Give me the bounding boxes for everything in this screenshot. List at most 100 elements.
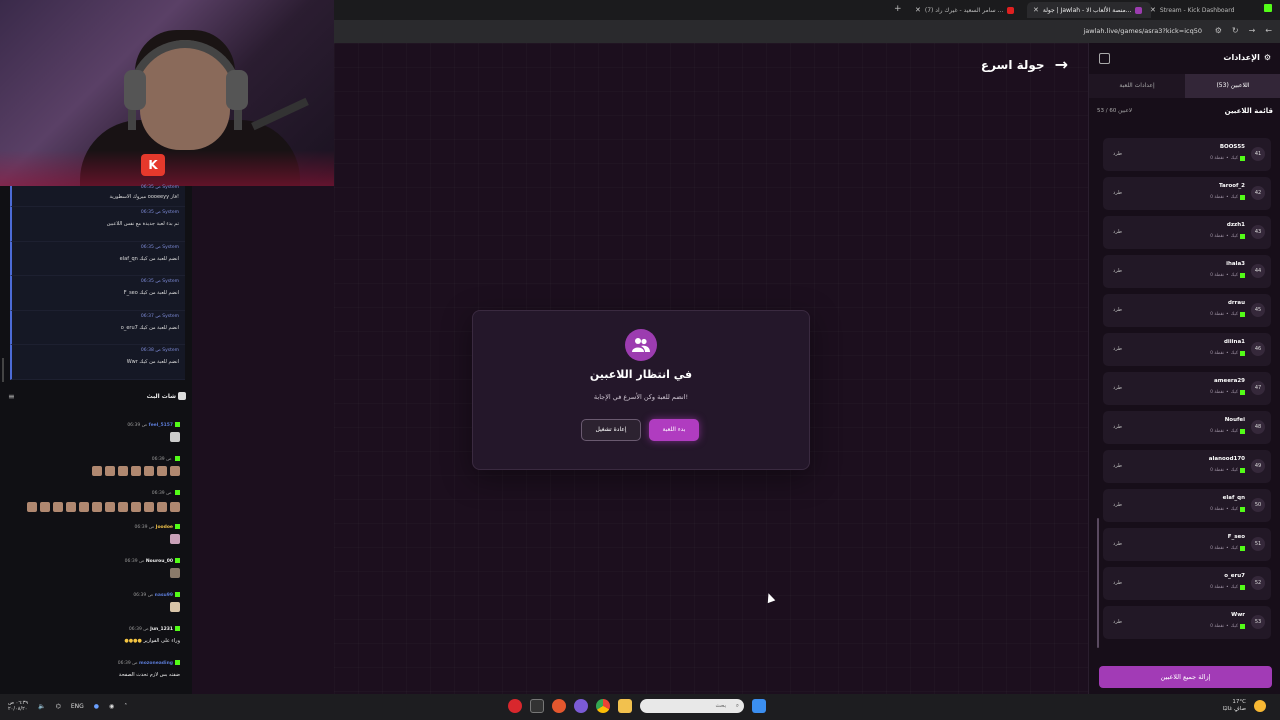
player-meta: 0 نقطة • كيك bbox=[1210, 624, 1245, 629]
emote-icon bbox=[27, 502, 37, 512]
player-name: drrau bbox=[1228, 300, 1245, 306]
collapse-panel-icon[interactable] bbox=[1099, 53, 1110, 64]
player-name: ameera29 bbox=[1214, 378, 1245, 384]
browser-tab-1[interactable]: ✕ Stream - Kick Dashboard bbox=[1144, 2, 1268, 18]
kick-player-button[interactable]: طرد bbox=[1113, 619, 1122, 625]
taskbar-search[interactable]: بحث ⌕ bbox=[640, 699, 744, 713]
player-row: 44 ihala3 0 نقطة • كيك طرد bbox=[1103, 255, 1271, 288]
chat-message: 06:39 ص feel_5157 bbox=[127, 422, 180, 428]
kick-player-button[interactable]: طرد bbox=[1113, 385, 1122, 391]
settings-title: الإعدادات ⚙ bbox=[1223, 53, 1271, 62]
player-meta: 0 نقطة • كيك bbox=[1210, 468, 1245, 473]
player-number: 53 bbox=[1251, 615, 1265, 629]
kick-player-button[interactable]: طرد bbox=[1113, 424, 1122, 430]
back-icon[interactable]: ← bbox=[1265, 26, 1272, 35]
remove-all-players-button[interactable]: إزالة جميع اللاعبين bbox=[1099, 666, 1272, 688]
new-tab-icon[interactable]: + bbox=[894, 4, 902, 14]
player-row: 42 Taroof_2 0 نقطة • كيك طرد bbox=[1103, 177, 1271, 210]
kick-player-button[interactable]: طرد bbox=[1113, 190, 1122, 196]
player-row: 43 dzzh1 0 نقطة • كيك طرد bbox=[1103, 216, 1271, 249]
emote-icon bbox=[170, 466, 180, 476]
emote-icon bbox=[118, 466, 128, 476]
player-row: 48 Noufei 0 نقطة • كيك طرد bbox=[1103, 411, 1271, 444]
player-meta: 0 نقطة • كيك bbox=[1210, 156, 1245, 161]
kick-badge-icon bbox=[175, 490, 180, 495]
player-meta: 0 نقطة • كيك bbox=[1210, 546, 1245, 551]
taskbar-apps: بحث ⌕ bbox=[508, 699, 766, 713]
kick-player-button[interactable]: طرد bbox=[1113, 580, 1122, 586]
player-row: 52 o_eru7 0 نقطة • كيك طرد bbox=[1103, 567, 1271, 600]
kick-player-button[interactable]: طرد bbox=[1113, 151, 1122, 157]
network-icon[interactable]: ⌬ bbox=[56, 703, 61, 710]
restart-button[interactable]: إعادة تشغيل bbox=[581, 419, 641, 441]
jawlah-icon bbox=[1135, 6, 1143, 14]
headset-cup-left bbox=[124, 70, 146, 110]
record-icon[interactable]: ◉ bbox=[109, 703, 114, 710]
live-chat-header: ≡ شات البث bbox=[0, 390, 192, 404]
gear-icon: ⚙ bbox=[1263, 53, 1271, 62]
chrome-icon[interactable] bbox=[596, 699, 610, 713]
discord-icon[interactable] bbox=[574, 699, 588, 713]
terminal-icon[interactable] bbox=[530, 699, 544, 713]
microphone-arm bbox=[251, 97, 309, 131]
close-tab-icon[interactable]: ✕ bbox=[915, 6, 921, 14]
address-bar[interactable]: jawlah.live/games/asra3?kick=icq50 ⚙ ↻ →… bbox=[334, 20, 1280, 43]
page-title: جولة اسرع bbox=[980, 57, 1045, 72]
emote-icon bbox=[131, 466, 141, 476]
kick-player-button[interactable]: طرد bbox=[1113, 346, 1122, 352]
tab-players[interactable]: اللاعبين (53) bbox=[1185, 74, 1280, 98]
kick-badge-icon bbox=[1240, 390, 1245, 395]
menu-icon[interactable]: ≡ bbox=[8, 392, 15, 401]
weather-widget[interactable]: 17°C صافٍ غالبًا bbox=[1223, 699, 1266, 713]
kick-badge-icon bbox=[175, 422, 180, 427]
player-list-title: قائمة اللاعبين bbox=[1224, 107, 1273, 115]
mouse-cursor-icon bbox=[764, 591, 776, 604]
settings-panel: الإعدادات ⚙ إعدادات اللعبة اللاعبين (53)… bbox=[1088, 43, 1280, 694]
brave-icon[interactable] bbox=[552, 699, 566, 713]
system-message-list: 06:35 ص System ميروك الاسطورية oooeeyy ف… bbox=[10, 185, 185, 380]
kick-badge-icon bbox=[175, 626, 180, 631]
kick-player-button[interactable]: طرد bbox=[1113, 229, 1122, 235]
obs-icon[interactable] bbox=[508, 699, 522, 713]
close-tab-icon[interactable]: ✕ bbox=[1033, 6, 1039, 14]
kick-player-button[interactable]: طرد bbox=[1113, 268, 1122, 274]
settings-icon[interactable]: ⚙ bbox=[1215, 26, 1222, 35]
emote-row bbox=[170, 534, 180, 544]
mic-icon[interactable]: ● bbox=[94, 703, 99, 710]
chat-message: 06:39 ص Nourou_00 bbox=[125, 558, 180, 564]
language-indicator[interactable]: ENG bbox=[71, 703, 84, 710]
back-button[interactable]: جولة اسرع → bbox=[981, 55, 1068, 74]
forward-icon[interactable]: → bbox=[1249, 26, 1256, 35]
kick-badge-icon bbox=[1240, 624, 1245, 629]
kick-badge-icon bbox=[175, 524, 180, 529]
player-number: 44 bbox=[1251, 264, 1265, 278]
tab-game-settings[interactable]: إعدادات اللعبة bbox=[1089, 74, 1185, 98]
emote-icon bbox=[144, 466, 154, 476]
player-number: 50 bbox=[1251, 498, 1265, 512]
close-tab-icon[interactable]: ✕ bbox=[1150, 6, 1156, 14]
player-list[interactable]: 41 BOOS55 0 نقطة • كيك طرد 42 Taroof_2 0 نقطة • كي… bbox=[1103, 138, 1271, 646]
kick-player-button[interactable]: طرد bbox=[1113, 541, 1122, 547]
browser-tab-2[interactable]: ✕ جولة | Jawlah - منصة الألعاب الا... bbox=[1027, 2, 1151, 18]
kick-badge-icon bbox=[1240, 585, 1245, 590]
emote-icon bbox=[92, 502, 102, 512]
panel-resize-handle[interactable] bbox=[2, 358, 4, 382]
scrollbar[interactable] bbox=[1097, 518, 1099, 648]
start-game-button[interactable]: بدء اللعبة bbox=[649, 419, 699, 441]
emote-icon bbox=[92, 466, 102, 476]
kick-badge-icon bbox=[175, 456, 180, 461]
system-message: 06:37 ص System o_eru7 انضم للعبة من كيك bbox=[10, 310, 185, 345]
kick-player-button[interactable]: طرد bbox=[1113, 463, 1122, 469]
chevron-up-icon[interactable]: ˄ bbox=[124, 703, 127, 710]
emote-icon bbox=[105, 502, 115, 512]
reload-icon[interactable]: ↻ bbox=[1232, 26, 1239, 35]
kick-player-button[interactable]: طرد bbox=[1113, 307, 1122, 313]
speaker-icon[interactable]: 🔈 bbox=[38, 703, 45, 710]
emote-icon bbox=[131, 502, 141, 512]
browser-tab-3[interactable]: ✕ (7) سامر السعيد - غيرك راد ... bbox=[909, 2, 1033, 18]
clock[interactable]: ٠٦:٣٩ ص ٢٠/٠٨/٢٠ bbox=[8, 700, 28, 712]
kick-player-button[interactable]: طرد bbox=[1113, 502, 1122, 508]
url-text[interactable]: jawlah.live/games/asra3?kick=icq50 bbox=[1084, 27, 1203, 35]
folder-icon[interactable] bbox=[618, 699, 632, 713]
windows-start-icon[interactable] bbox=[752, 699, 766, 713]
